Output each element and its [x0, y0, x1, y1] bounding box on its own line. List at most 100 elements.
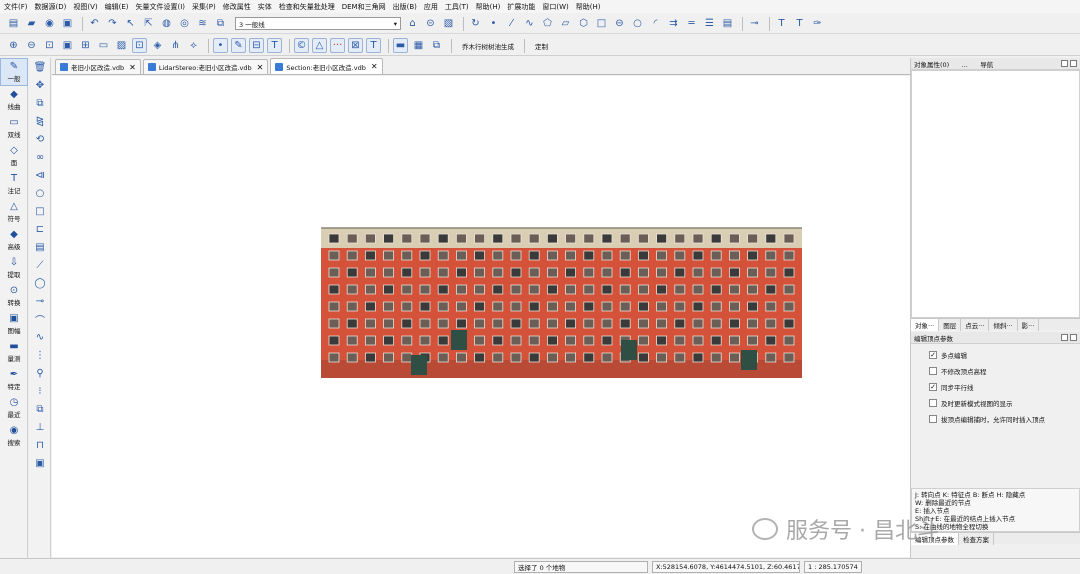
tool-1[interactable]: ✎ 一般	[0, 58, 28, 86]
panel-tab[interactable]: 对象···	[911, 318, 940, 331]
close-tab-icon[interactable]: ✕	[129, 63, 136, 72]
menu-item[interactable]: 采集(P)	[192, 2, 216, 12]
close-tab-icon[interactable]: ✕	[257, 63, 264, 72]
tool-3[interactable]: ▭ 双线	[0, 114, 28, 142]
menu-item[interactable]: 检查和矢量批处理	[279, 2, 335, 12]
tool-7[interactable]: ◆ 高级	[0, 226, 28, 254]
tool-12[interactable]: ✒ 特定	[0, 366, 28, 394]
double-line-icon[interactable]: ═	[684, 16, 699, 31]
triangle-icon[interactable]: △	[312, 38, 327, 53]
rect-tool-icon[interactable]: ▱	[558, 16, 573, 31]
edit-node-icon[interactable]: ⟡	[186, 38, 201, 53]
tool-13[interactable]: ◷ 最近	[0, 394, 28, 422]
line-tool-icon[interactable]: ⁄	[504, 16, 519, 31]
zoom-window-icon[interactable]: ▣	[60, 38, 75, 53]
square-icon[interactable]: □	[29, 202, 51, 220]
snap-point-icon[interactable]: •	[213, 38, 228, 53]
panel-tab[interactable]: 倾斜···	[989, 318, 1018, 331]
pan-icon[interactable]: ⊞	[78, 38, 93, 53]
multi-select-icon[interactable]: ⇱	[141, 16, 156, 31]
tool-5[interactable]: T 注记	[0, 170, 28, 198]
select-arrow-icon[interactable]: ↖	[123, 16, 138, 31]
dashed-line-icon[interactable]: ···	[330, 38, 345, 53]
undo-icon[interactable]: ↶	[87, 16, 102, 31]
text-frame-icon[interactable]: T	[366, 38, 381, 53]
polygon-tool-icon[interactable]: ⬡	[576, 16, 591, 31]
curve-tool-icon[interactable]: ∿	[522, 16, 537, 31]
pentagon-tool-icon[interactable]: ⬠	[540, 16, 555, 31]
database-icon[interactable]: ◉	[42, 16, 57, 31]
menu-item[interactable]: 编辑(E)	[105, 2, 129, 12]
panel-tab[interactable]: 影···	[1018, 318, 1040, 331]
box-icon[interactable]: ▣	[29, 454, 51, 472]
circle-tool-icon[interactable]: ○	[630, 16, 645, 31]
option-checkbox[interactable]	[929, 415, 937, 423]
new-file-icon[interactable]: ▤	[6, 16, 21, 31]
menu-item[interactable]: 文件(F)	[4, 2, 28, 12]
menu-item[interactable]: 修改属性	[223, 2, 251, 12]
layers-icon[interactable]: ≋	[195, 16, 210, 31]
option-checkbox[interactable]: ✓	[929, 383, 937, 391]
rotate-tool-icon[interactable]: ↻	[468, 16, 483, 31]
tool-11[interactable]: ▬ 量测	[0, 338, 28, 366]
split-icon[interactable]: ⊸	[29, 292, 51, 310]
tool-9[interactable]: ⊙ 转换	[0, 282, 28, 310]
panel-tab[interactable]: 检查方案	[959, 532, 994, 545]
menu-item[interactable]: 视图(V)	[73, 2, 97, 12]
more-dots[interactable]: ...	[962, 61, 968, 69]
reverse-icon[interactable]: ⧏	[29, 166, 51, 184]
tool-6[interactable]: △ 符号	[0, 198, 28, 226]
tool-8[interactable]: ⇩ 提取	[0, 254, 28, 282]
menu-item[interactable]: 实体	[258, 2, 272, 12]
menu-item[interactable]: 矢量文件设置(I)	[136, 2, 186, 12]
layer-combo[interactable]: 3 一般线 ▾	[235, 17, 401, 30]
menu-item[interactable]: 应用	[424, 2, 438, 12]
menu-item[interactable]: 出版(B)	[393, 2, 417, 12]
square-tool-icon[interactable]: □	[594, 16, 609, 31]
custom-button[interactable]: 定制	[535, 41, 548, 51]
delete-icon[interactable]: 🗑	[29, 58, 51, 76]
close-icon[interactable]	[1070, 60, 1077, 67]
duplicate-icon[interactable]: ⧉	[29, 400, 51, 418]
circle-center-icon[interactable]: ⊖	[612, 16, 627, 31]
ring-icon[interactable]: ◯	[29, 274, 51, 292]
frame-icon[interactable]: ⊠	[348, 38, 363, 53]
zoom-in-icon[interactable]: ⊕	[6, 38, 21, 53]
menu-item[interactable]: DEM和三角网	[342, 2, 386, 12]
monitor-icon[interactable]: ▭	[96, 38, 111, 53]
parallel-line-icon[interactable]: ⇉	[666, 16, 681, 31]
bar-icon[interactable]: ▬	[393, 38, 408, 53]
float-icon[interactable]	[1061, 60, 1068, 67]
snap-line-icon[interactable]: ⊟	[249, 38, 264, 53]
sphere-icon[interactable]: ◎	[177, 16, 192, 31]
snap-text-icon[interactable]: T	[267, 38, 282, 53]
multi-line-icon[interactable]: ☰	[702, 16, 717, 31]
node-chain-icon[interactable]: ⁝	[29, 382, 51, 400]
circle-icon[interactable]: ○	[29, 184, 51, 202]
close-tab-icon[interactable]: ✕	[371, 62, 378, 71]
float-icon[interactable]	[1061, 334, 1068, 341]
close-icon[interactable]	[1070, 334, 1077, 341]
polyline-icon[interactable]: ⟋	[29, 256, 51, 274]
snap-icon[interactable]: ⊡	[132, 38, 147, 53]
menu-item[interactable]: 工具(T)	[445, 2, 469, 12]
menu-item[interactable]: 帮助(H)	[576, 2, 601, 12]
menu-item[interactable]: 数据源(D)	[35, 2, 67, 12]
graph-icon[interactable]: ⋔	[168, 38, 183, 53]
table-icon[interactable]: ▦	[411, 38, 426, 53]
rotate-icon[interactable]: ⟲	[29, 130, 51, 148]
copy-move-icon[interactable]: ⧉	[29, 94, 51, 112]
tool-4[interactable]: ◇ 面	[0, 142, 28, 170]
navigation-tab[interactable]: 导航	[980, 61, 993, 69]
tool-14[interactable]: ◉ 搜索	[0, 422, 28, 450]
point-tool-icon[interactable]: •	[486, 16, 501, 31]
document-tab[interactable]: Section:老旧小区改造.vdb ✕	[270, 58, 383, 74]
image-icon[interactable]: ▧	[441, 16, 456, 31]
menu-item[interactable]: 扩展功能	[507, 2, 535, 12]
zoom-extent-icon[interactable]: ⊡	[42, 38, 57, 53]
stamp-icon[interactable]: ⊓	[29, 436, 51, 454]
vertical-icon[interactable]: ⋮	[29, 346, 51, 364]
menu-item[interactable]: 帮助(H)	[476, 2, 501, 12]
tool-10[interactable]: ▣ 图幅	[0, 310, 28, 338]
save-icon[interactable]: ▣	[60, 16, 75, 31]
